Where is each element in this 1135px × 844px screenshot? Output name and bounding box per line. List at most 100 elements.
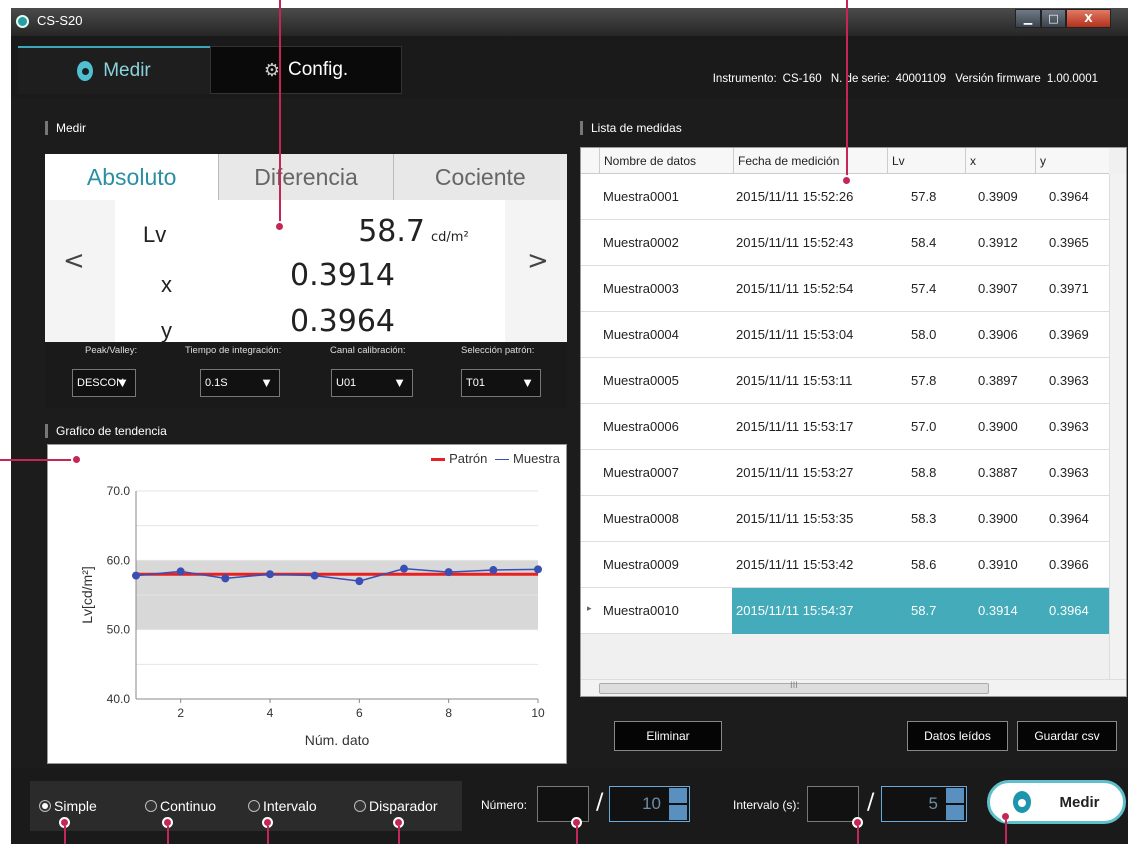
callout-line	[857, 826, 859, 844]
callout-line	[1005, 820, 1007, 844]
next-arrow-icon[interactable]: >	[527, 246, 549, 276]
guardar-csv-button[interactable]: Guardar csv	[1017, 721, 1117, 751]
table-row[interactable]: ▸ Muestra0010 2015/11/11 15:54:37 58.7 0.391…	[581, 588, 1109, 634]
dropdown-arrow-icon: ▼	[116, 375, 129, 390]
integration-time-label: Tiempo de integración:	[185, 345, 282, 356]
table-cell: 2015/11/11 15:52:54	[736, 281, 854, 296]
pattern-select[interactable]: T01 ▼	[461, 369, 541, 397]
pattern-selection-label: Selección patrón:	[461, 345, 535, 356]
numero-label: Número:	[481, 798, 528, 812]
chart-legend: Patrón Muestra	[427, 451, 560, 466]
table-row[interactable]: Muestra0006 2015/11/11 15:53:17 57.0 0.3900…	[581, 404, 1109, 450]
header-lv[interactable]: Lv	[887, 148, 965, 174]
callout-line	[846, 0, 848, 180]
row-pointer-icon: ▸	[587, 603, 592, 613]
callout-line	[267, 826, 269, 844]
mode-simple-radio[interactable]: Simple	[39, 798, 97, 814]
table-cell: 0.3971	[1049, 281, 1089, 296]
table-cell: 0.3897	[978, 373, 1018, 388]
tab-cociente[interactable]: Cociente	[392, 154, 567, 200]
legend-patron-swatch	[431, 458, 446, 462]
calibration-channel-select[interactable]: U01 ▼	[331, 369, 413, 397]
header-y[interactable]: y	[1035, 148, 1109, 174]
header-nombre[interactable]: Nombre de datos	[599, 148, 733, 174]
table-row[interactable]: Muestra0005 2015/11/11 15:53:11 57.8 0.3897…	[581, 358, 1109, 404]
measure-icon	[1013, 791, 1032, 813]
table-cell: Muestra0010	[603, 603, 679, 618]
instrument-info: Instrumento: CS-160 N. de serie: 40001109 …	[707, 73, 1098, 85]
numero-total-stepper[interactable]: 10	[609, 786, 690, 822]
eliminar-button[interactable]: Eliminar	[614, 721, 722, 751]
spin-down-icon[interactable]	[946, 805, 964, 820]
serial-value: 40001109	[895, 73, 946, 85]
intervalo-input[interactable]	[807, 786, 859, 822]
measure-icon	[77, 61, 94, 81]
tab-config[interactable]: ⚙ Config.	[210, 46, 402, 94]
prev-arrow-icon[interactable]: <	[63, 246, 85, 276]
spin-down-icon[interactable]	[669, 805, 687, 820]
table-row[interactable]: Muestra0004 2015/11/11 15:53:04 58.0 0.3906…	[581, 312, 1109, 358]
table-cell: 58.3	[911, 511, 937, 526]
peak-valley-select[interactable]: DESCON ▼	[72, 369, 136, 397]
x-label: x	[161, 272, 172, 297]
x-tick-label: 2	[177, 706, 184, 720]
table-cell: 0.3910	[978, 557, 1018, 572]
header-x[interactable]: x	[965, 148, 1035, 174]
callout-dot	[274, 221, 285, 232]
table-row[interactable]: Muestra0007 2015/11/11 15:53:27 58.8 0.3887…	[581, 450, 1109, 496]
vertical-scrollbar[interactable]	[1109, 174, 1126, 679]
dropdown-arrow-icon: ▼	[393, 375, 406, 390]
table-cell: 2015/11/11 15:53:11	[736, 373, 853, 388]
mode-continuo-radio[interactable]: Continuo	[145, 798, 216, 814]
radio-dot-icon	[39, 800, 51, 812]
scroll-thumb[interactable]: III	[599, 681, 989, 694]
table-cell: 0.3969	[1049, 327, 1089, 342]
table-cell: 58.7	[911, 603, 937, 618]
data-point	[444, 568, 453, 577]
header-fecha[interactable]: Fecha de medición	[733, 148, 887, 174]
data-point	[221, 574, 230, 583]
spin-up-icon[interactable]	[946, 788, 964, 803]
medir-button-label: Medir	[1059, 793, 1100, 811]
tab-diferencia[interactable]: Diferencia	[218, 154, 392, 200]
measurement-list: Nombre de datos Fecha de medición Lv x y…	[580, 147, 1127, 697]
y-value: 0.3964	[290, 304, 395, 339]
table-cell: 0.3966	[1049, 557, 1089, 572]
callout-line	[279, 0, 281, 226]
maximize-button[interactable]: □	[1041, 9, 1066, 28]
y-axis-label: Lv[cd/m²]	[79, 566, 95, 624]
intervalo-total-stepper[interactable]: 5	[881, 786, 967, 822]
x-tick-label: 10	[531, 706, 545, 720]
spin-up-icon[interactable]	[669, 788, 687, 803]
radio-dot-icon	[248, 800, 260, 812]
serial-label: N. de serie:	[830, 73, 890, 85]
table-row[interactable]: Muestra0003 2015/11/11 15:52:54 57.4 0.3907…	[581, 266, 1109, 312]
close-button[interactable]: X	[1066, 9, 1111, 28]
datos-leidos-button[interactable]: Datos leídos	[907, 721, 1008, 751]
mode-disparador-radio[interactable]: Disparador	[354, 798, 437, 814]
dropdown-arrow-icon: ▼	[260, 375, 273, 390]
numero-total-value: 10	[642, 794, 661, 813]
horizontal-scrollbar[interactable]: III	[581, 679, 1126, 696]
table-row[interactable]: Muestra0002 2015/11/11 15:52:43 58.4 0.3912…	[581, 220, 1109, 266]
tab-config-label: Config.	[287, 59, 349, 80]
table-row[interactable]: Muestra0009 2015/11/11 15:53:42 58.6 0.3910…	[581, 542, 1109, 588]
integration-time-select[interactable]: 0.1S ▼	[200, 369, 280, 397]
mode-intervalo-radio[interactable]: Intervalo	[248, 798, 317, 814]
callout-dot	[71, 454, 82, 465]
trend-chart-panel: Patrón Muestra 70.0 60.0 50.0 40.0 2 4 6 8 10 Núm…	[47, 444, 567, 764]
table-row[interactable]: Muestra0008 2015/11/11 15:53:35 58.3 0.3900…	[581, 496, 1109, 542]
table-cell: 0.3964	[1049, 603, 1089, 618]
table-cell: 0.3963	[1049, 419, 1089, 434]
peak-valley-label: Peak/Valley:	[85, 345, 138, 356]
table-cell: 57.0	[911, 419, 937, 434]
table-cell: 2015/11/11 15:52:26	[736, 189, 854, 204]
minimize-button[interactable]: ▁	[1015, 9, 1041, 28]
tab-medir[interactable]: Medir	[18, 46, 210, 94]
data-point	[310, 571, 319, 580]
table-cell: 0.3900	[978, 511, 1018, 526]
table-cell: 2015/11/11 15:53:35	[736, 511, 854, 526]
table-cell: 2015/11/11 15:53:17	[736, 419, 854, 434]
tab-absoluto[interactable]: Absoluto	[45, 154, 219, 200]
numero-input[interactable]	[537, 786, 589, 822]
